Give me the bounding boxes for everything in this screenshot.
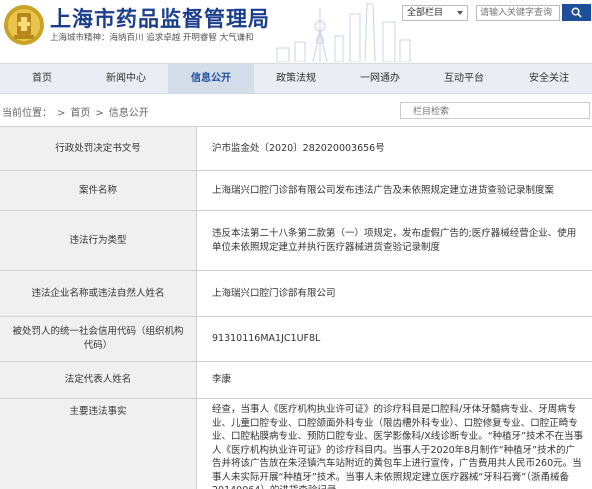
search-icon (571, 7, 582, 18)
skyline-illustration (276, 3, 411, 62)
breadcrumb-prefix: 当前位置： (2, 108, 52, 119)
breadcrumb-separator: > (57, 108, 66, 119)
penalty-info-table: 行政处罚决定书文号 沪市监金处〔2020〕282020003656号 案件名称 … (0, 126, 592, 489)
chevron-down-icon (457, 11, 463, 15)
table-row: 法定代表人姓名 李康 (0, 362, 592, 399)
row-value: 李康 (212, 374, 232, 386)
table-row: 主要违法事实 经查，当事人《医疗机构执业许可证》的诊疗科目是口腔科/牙体牙髓病专… (0, 399, 592, 489)
city-slogan: 上海城市精神：海纳百川 追求卓越 开明睿智 大气谦和 (50, 33, 254, 43)
row-label: 案件名称 (0, 171, 197, 210)
table-row: 违法企业名称或违法自然人姓名 上海瑞兴口腔门诊部有限公司 (0, 271, 592, 317)
column-search-input[interactable] (400, 102, 590, 119)
nav-item-home[interactable]: 首页 (0, 64, 84, 93)
row-label: 违法行为类型 (0, 211, 197, 270)
row-value: 上海瑞兴口腔门诊部有限公司发布违法广告及未依照规定建立进货查验记录制度案 (212, 184, 555, 196)
nav-item-info-disclosure[interactable]: 信息公开 (168, 64, 254, 93)
row-label: 违法企业名称或违法自然人姓名 (0, 271, 197, 316)
search-scope-select[interactable]: 全部栏目 (402, 5, 468, 21)
nav-item-news[interactable]: 新闻中心 (84, 64, 168, 93)
breadcrumb: 当前位置： > 首页 > 信息公开 (2, 104, 149, 119)
breadcrumb-current-link[interactable]: 信息公开 (109, 108, 149, 119)
row-label: 行政处罚决定书文号 (0, 127, 197, 170)
row-value: 91310116MA1JC1UF8L (212, 333, 321, 345)
row-label: 主要违法事实 (0, 399, 197, 489)
nav-item-safety[interactable]: 安全关注 (506, 64, 592, 93)
row-label: 被处罚人的统一社会信用代码（组织机构代码） (0, 317, 197, 361)
site-header: 上海市药品监督管理局 上海城市精神：海纳百川 追求卓越 开明睿智 大气谦和 全部… (0, 0, 592, 63)
nav-item-interaction[interactable]: 互动平台 (422, 64, 506, 93)
table-row: 案件名称 上海瑞兴口腔门诊部有限公司发布违法广告及未依照规定建立进货查验记录制度… (0, 171, 592, 211)
row-value: 上海瑞兴口腔门诊部有限公司 (212, 287, 336, 299)
row-value: 经查，当事人《医疗机构执业许可证》的诊疗科目是口腔科/牙体牙髓病专业、牙周病专业… (212, 404, 584, 489)
breadcrumb-bar: 当前位置： > 首页 > 信息公开 (0, 98, 592, 122)
site-title[interactable]: 上海市药品监督管理局 (50, 3, 270, 33)
row-value: 沪市监金处〔2020〕282020003656号 (212, 142, 385, 154)
table-row: 违法行为类型 违反本法第二十八条第二款第（一）项规定，发布虚假广告的;医疗器械经… (0, 211, 592, 271)
search-input[interactable] (476, 5, 560, 21)
row-value: 违反本法第二十八条第二款第（一）项规定，发布虚假广告的;医疗器械经营企业、使用单… (212, 228, 577, 253)
breadcrumb-separator: > (95, 108, 104, 119)
breadcrumb-home-link[interactable]: 首页 (70, 108, 90, 119)
nav-item-policy[interactable]: 政策法规 (254, 64, 338, 93)
table-row: 被处罚人的统一社会信用代码（组织机构代码） 91310116MA1JC1UF8L (0, 317, 592, 362)
row-label: 法定代表人姓名 (0, 362, 197, 398)
nav-item-online-service[interactable]: 一网通办 (338, 64, 422, 93)
search-scope-value: 全部栏目 (407, 8, 444, 18)
main-nav: 首页 新闻中心 信息公开 政策法规 一网通办 互动平台 安全关注 (0, 63, 592, 94)
table-row: 行政处罚决定书文号 沪市监金处〔2020〕282020003656号 (0, 127, 592, 171)
site-logo-icon[interactable] (2, 3, 46, 47)
search-button[interactable] (562, 4, 591, 21)
